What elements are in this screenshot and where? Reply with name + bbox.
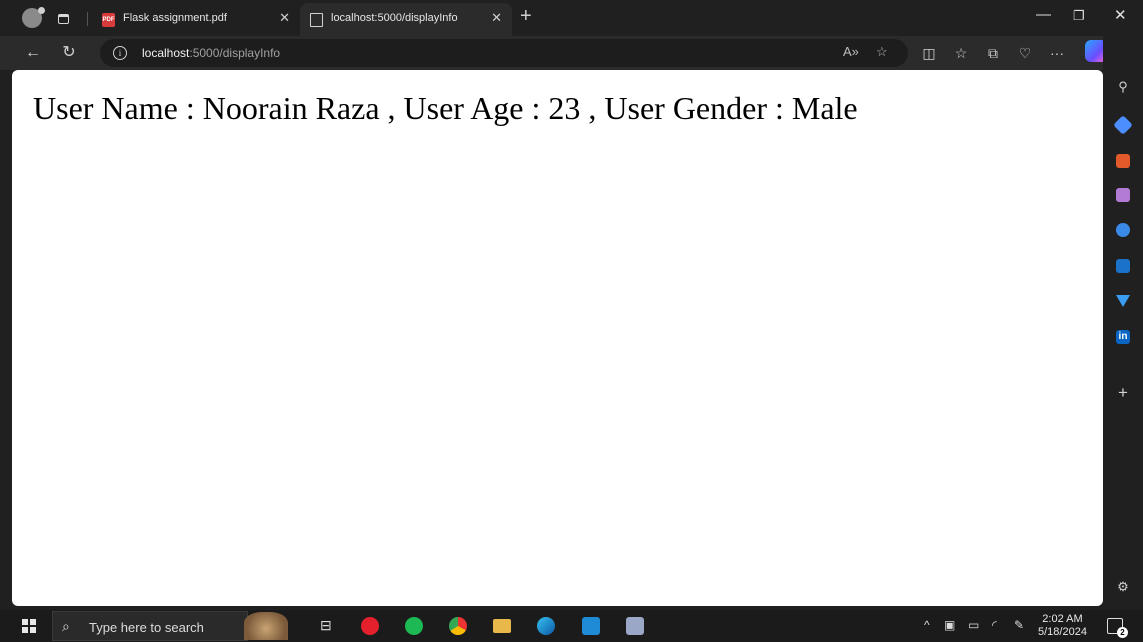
favorites-icon[interactable]: ☆ bbox=[950, 42, 972, 64]
close-tab-icon[interactable]: ✕ bbox=[279, 10, 290, 26]
meet-now-icon[interactable]: ▣ bbox=[944, 618, 955, 632]
url-path: :5000/displayInfo bbox=[189, 46, 281, 60]
split-screen-icon[interactable]: ◫ bbox=[918, 42, 940, 64]
search-icon[interactable]: ⚲ bbox=[1112, 76, 1134, 98]
wifi-icon[interactable]: ◜ bbox=[992, 618, 997, 632]
windows-start-icon[interactable] bbox=[22, 619, 36, 633]
opera-icon[interactable] bbox=[361, 617, 379, 635]
notification-icon[interactable]: 2 bbox=[1107, 618, 1128, 638]
spotify-icon[interactable] bbox=[405, 617, 423, 635]
url-host: localhost bbox=[142, 46, 190, 60]
read-aloud-icon[interactable]: A» bbox=[843, 44, 859, 59]
settings-gear-icon[interactable]: ⚙ bbox=[1112, 576, 1134, 598]
search-icon: ⌕ bbox=[62, 618, 70, 634]
page-viewport: User Name : Noorain Raza , User Age : 23… bbox=[12, 70, 1103, 606]
outlook-icon[interactable] bbox=[1116, 259, 1130, 273]
clock-time: 2:02 AM bbox=[1042, 613, 1083, 625]
site-info-icon[interactable]: i bbox=[113, 46, 127, 60]
url-text[interactable]: localhost:5000/displayInfo bbox=[142, 46, 280, 60]
close-tab-icon[interactable]: ✕ bbox=[491, 10, 502, 26]
telegram-icon[interactable] bbox=[1116, 295, 1130, 309]
tab-strip: PDF Flask assignment.pdf ✕ localhost:500… bbox=[0, 0, 1143, 36]
search-placeholder: Type here to search bbox=[89, 620, 204, 635]
tab-actions-icon[interactable] bbox=[53, 9, 73, 29]
collections-icon[interactable]: ⧉ bbox=[982, 42, 1004, 64]
pdf-icon: PDF bbox=[102, 13, 115, 27]
new-tab-icon[interactable]: + bbox=[520, 5, 532, 28]
user-info-text: User Name : Noorain Raza , User Age : 23… bbox=[33, 90, 858, 126]
tab-display-info[interactable]: localhost:5000/displayInfo ✕ bbox=[300, 3, 512, 36]
taskbar-search-box[interactable]: ⌕ Type here to search bbox=[52, 611, 248, 641]
tab-title: Flask assignment.pdf bbox=[123, 12, 227, 24]
clock-date: 5/18/2024 bbox=[1038, 626, 1087, 638]
pen-icon[interactable]: ✎ bbox=[1014, 618, 1024, 632]
edge-icon[interactable] bbox=[537, 617, 555, 635]
show-hidden-icons-icon[interactable]: ^ bbox=[924, 618, 930, 632]
games-icon[interactable] bbox=[1116, 188, 1130, 202]
restore-icon[interactable]: ❐ bbox=[1073, 8, 1085, 24]
linkedin-icon[interactable]: in bbox=[1116, 330, 1130, 344]
shopping-tag-icon[interactable] bbox=[1113, 115, 1133, 135]
task-view-icon[interactable]: ⊟ bbox=[320, 617, 332, 634]
page-icon bbox=[310, 13, 323, 27]
windows-taskbar: ⌕ Type here to search ⊟ ^ ▣ ▭ ◜ ✎ 2:02 A… bbox=[0, 610, 1143, 642]
favorite-star-icon[interactable]: ☆ bbox=[876, 44, 888, 60]
system-clock[interactable]: 2:02 AM 5/18/2024 bbox=[1038, 613, 1087, 639]
close-window-icon[interactable]: ✕ bbox=[1114, 6, 1127, 24]
search-highlight-icon[interactable] bbox=[244, 612, 288, 640]
minimize-icon[interactable]: — bbox=[1036, 6, 1051, 23]
add-sidebar-app-icon[interactable]: + bbox=[1112, 382, 1134, 404]
file-explorer-icon[interactable] bbox=[493, 619, 511, 633]
tools-icon[interactable] bbox=[1116, 154, 1130, 168]
browser-essentials-icon[interactable]: ♡ bbox=[1014, 42, 1036, 64]
tab-separator bbox=[87, 12, 88, 26]
address-bar[interactable]: i localhost:5000/displayInfo A» ☆ bbox=[100, 39, 908, 67]
tab-flask-assignment[interactable]: PDF Flask assignment.pdf ✕ bbox=[92, 3, 300, 36]
battery-icon[interactable]: ▭ bbox=[968, 618, 979, 632]
microsoft-365-icon[interactable] bbox=[1116, 223, 1130, 237]
refresh-icon[interactable]: ↻ bbox=[58, 42, 80, 64]
more-menu-icon[interactable]: ··· bbox=[1046, 42, 1068, 64]
browser-toolbar: ← ↻ i localhost:5000/displayInfo A» ☆ ◫ … bbox=[0, 36, 1143, 70]
back-arrow-icon[interactable]: ← bbox=[22, 42, 44, 64]
screen: PDF Flask assignment.pdf ✕ localhost:500… bbox=[0, 0, 1143, 642]
chrome-icon[interactable] bbox=[449, 617, 467, 635]
app-icon[interactable] bbox=[626, 617, 644, 635]
edge-sidebar: ⚲ in + ⚙ bbox=[1103, 36, 1143, 606]
profile-avatar-icon[interactable] bbox=[22, 7, 45, 28]
tab-title: localhost:5000/displayInfo bbox=[331, 12, 458, 24]
vscode-icon[interactable] bbox=[582, 617, 600, 635]
notification-badge: 2 bbox=[1117, 627, 1128, 638]
